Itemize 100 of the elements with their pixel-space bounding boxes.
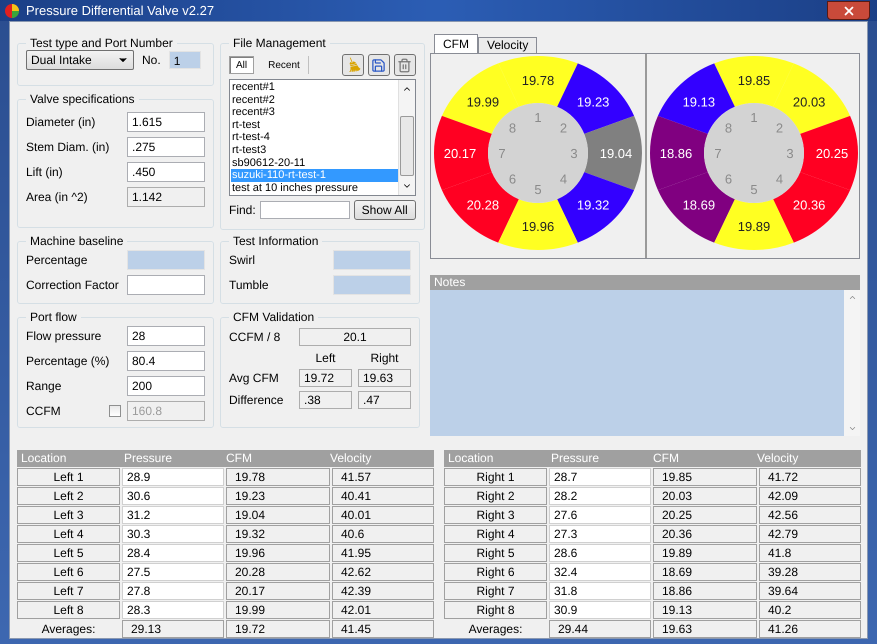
field-label: Avg CFM — [229, 370, 279, 387]
field-label: Difference — [229, 392, 284, 409]
segment-value: 18.86 — [660, 146, 692, 161]
table-cell: 39.64 — [759, 582, 861, 600]
clear-button[interactable] — [342, 54, 364, 76]
table-cell: 29.13 — [122, 620, 224, 638]
text-field[interactable]: 28 — [127, 326, 205, 346]
close-button[interactable] — [827, 1, 870, 20]
pressure-input[interactable]: 28.9 — [122, 468, 224, 486]
pressure-input[interactable]: 28.2 — [549, 487, 651, 505]
field-label: Percentage — [26, 252, 88, 269]
pressure-input[interactable]: 27.8 — [122, 582, 224, 600]
field-label: Find: — [229, 202, 256, 219]
table-cell: 41.72 — [759, 468, 861, 486]
group-title: Test Information — [232, 233, 320, 250]
file-item[interactable]: recent#1 — [231, 81, 398, 94]
text-field[interactable]: .275 — [127, 137, 205, 157]
right-value-field: 19.63 — [358, 369, 411, 387]
field-label: Correction Factor — [26, 277, 119, 294]
pressure-input[interactable]: 27.5 — [122, 563, 224, 581]
port-number: 2 — [776, 120, 784, 136]
port-number: 5 — [534, 182, 542, 197]
group-title: Port flow — [29, 309, 78, 326]
segment-value: 19.04 — [600, 146, 632, 161]
table-cell: 41.8 — [759, 544, 861, 562]
pressure-input[interactable]: 28.6 — [549, 544, 651, 562]
scrollbar[interactable] — [844, 290, 860, 436]
segment-value: 19.96 — [522, 219, 554, 234]
table-cell: 20.03 — [653, 487, 757, 505]
field-label: Swirl — [229, 252, 255, 269]
table-cell: 19.23 — [226, 487, 330, 505]
pressure-input[interactable]: 27.3 — [549, 525, 651, 543]
file-item[interactable]: rt-test — [231, 118, 398, 132]
location-cell: Right 4 — [444, 525, 547, 543]
port-number-field[interactable]: 1 — [168, 51, 201, 69]
chart-tab[interactable]: Velocity — [478, 37, 538, 53]
find-field[interactable] — [260, 201, 350, 219]
table-cell: 20.17 — [226, 582, 330, 600]
file-item[interactable]: recent#3 — [231, 106, 398, 119]
text-field[interactable] — [127, 275, 205, 295]
pressure-input[interactable]: 31.8 — [549, 582, 651, 600]
pressure-input[interactable]: 31.2 — [122, 506, 224, 524]
location-cell: Right 8 — [444, 601, 547, 619]
left-value-field: 19.72 — [299, 369, 352, 387]
text-field[interactable]: 80.4 — [127, 351, 205, 371]
field-label: Diameter (in) — [26, 114, 96, 131]
field-label: Stem Diam. (in) — [26, 139, 110, 156]
port-number: 1 — [750, 110, 758, 125]
segment-value: 20.25 — [816, 146, 848, 161]
location-cell: Right 6 — [444, 563, 547, 581]
segment-value: 19.99 — [466, 94, 500, 110]
show-all-button[interactable]: Show All — [354, 200, 416, 220]
scroll-thumb[interactable] — [400, 116, 414, 176]
location-cell: Left 4 — [17, 525, 120, 543]
ccfm-per-port-field: 20.1 — [299, 328, 411, 346]
column-header: CFM — [225, 450, 253, 467]
table-cell: 18.86 — [653, 582, 757, 600]
field-label: No. — [142, 52, 161, 69]
table-cell: 19.96 — [226, 544, 330, 562]
right-value-field: .47 — [358, 391, 411, 409]
text-field[interactable]: 1.615 — [127, 112, 205, 132]
file-filter-tab[interactable]: All — [229, 56, 254, 74]
pressure-input[interactable]: 28.4 — [122, 544, 224, 562]
file-filter-tab[interactable]: Recent — [260, 56, 309, 74]
ccfm-checkbox[interactable] — [109, 405, 121, 417]
port-number: 7 — [498, 146, 506, 161]
location-cell: Left 7 — [17, 582, 120, 600]
file-item[interactable]: rt-test3 — [231, 144, 398, 157]
location-cell: Left 6 — [17, 563, 120, 581]
chart-tab[interactable]: CFM — [434, 34, 478, 53]
column-header: Pressure — [123, 450, 174, 467]
delete-button[interactable] — [394, 54, 416, 76]
table-cell: 41.57 — [332, 468, 434, 486]
file-item[interactable]: rt-test-4 — [231, 131, 398, 144]
pressure-input[interactable]: 32.4 — [549, 563, 651, 581]
save-button[interactable] — [368, 54, 390, 76]
port-number: 1 — [534, 110, 542, 125]
pressure-input[interactable]: 28.3 — [122, 601, 224, 619]
text-field[interactable]: 200 — [127, 376, 205, 396]
table-cell: 40.6 — [332, 525, 434, 543]
segment-value: 19.78 — [522, 73, 554, 88]
scrollbar[interactable] — [398, 80, 415, 195]
notes-field[interactable] — [430, 290, 860, 436]
file-item[interactable]: test at 10 inches pressure — [231, 182, 398, 194]
app-icon — [4, 2, 20, 18]
pressure-input[interactable]: 27.6 — [549, 506, 651, 524]
port-number: 2 — [560, 120, 568, 136]
pressure-input[interactable]: 30.6 — [122, 487, 224, 505]
text-field[interactable]: .450 — [127, 162, 205, 182]
group-title: CFM Validation — [232, 309, 316, 326]
file-item[interactable]: recent#2 — [231, 94, 398, 106]
file-item[interactable]: sb90612-20-11 — [231, 156, 398, 170]
pressure-input[interactable]: 30.9 — [549, 601, 651, 619]
table-cell: 42.79 — [759, 525, 861, 543]
pressure-input[interactable]: 30.3 — [122, 525, 224, 543]
test-type-dropdown[interactable]: Dual Intake — [26, 50, 134, 70]
text-field[interactable]: 1.142 — [127, 187, 205, 207]
table-cell: 18.69 — [653, 563, 757, 581]
pressure-input[interactable]: 28.7 — [549, 468, 651, 486]
close-icon — [842, 4, 856, 18]
